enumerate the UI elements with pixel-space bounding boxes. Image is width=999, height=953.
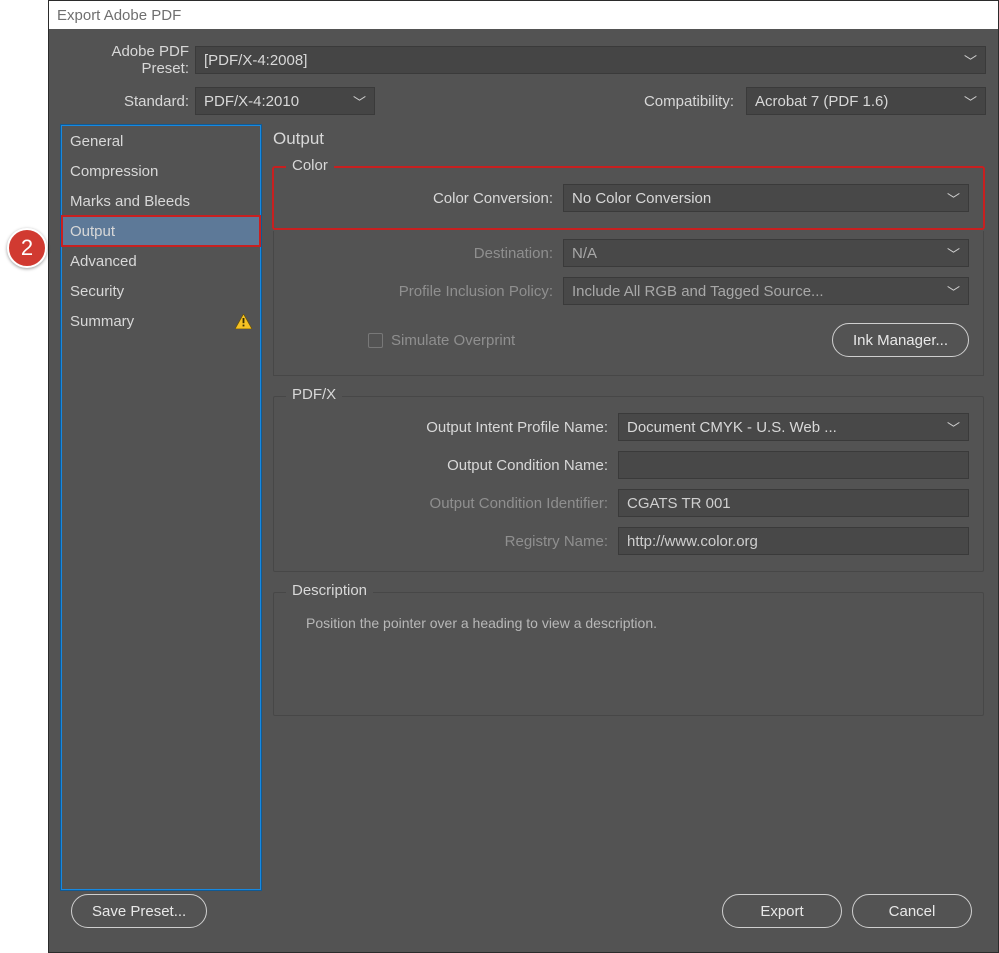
save-preset-button[interactable]: Save Preset... bbox=[71, 894, 207, 928]
category-sidebar: General Compression Marks and Bleeds Out… bbox=[61, 125, 261, 890]
simulate-overprint-checkbox: Simulate Overprint bbox=[368, 332, 515, 349]
destination-label: Destination: bbox=[288, 245, 553, 262]
checkbox-box bbox=[368, 333, 383, 348]
intent-profile-row: Output Intent Profile Name: Document CMY… bbox=[288, 413, 969, 441]
chevron-down-icon: ﹀ bbox=[947, 244, 960, 263]
standard-value: PDF/X-4:2010 bbox=[204, 93, 299, 110]
color-conversion-label: Color Conversion: bbox=[288, 190, 553, 207]
profile-policy-value: Include All RGB and Tagged Source... bbox=[572, 283, 824, 300]
export-pdf-window: Export Adobe PDF Adobe PDF Preset: [PDF/… bbox=[48, 0, 999, 953]
condition-id-value-box: CGATS TR 001 ﹀ bbox=[618, 489, 969, 517]
simulate-overprint-label: Simulate Overprint bbox=[391, 332, 515, 349]
color-group-cont: Destination: N/A ﹀ Profile Inclusion Pol… bbox=[273, 231, 984, 376]
condition-id-row: Output Condition Identifier: CGATS TR 00… bbox=[288, 489, 969, 517]
sidebar-item-marks-bleeds[interactable]: Marks and Bleeds bbox=[62, 186, 260, 216]
intent-profile-label: Output Intent Profile Name: bbox=[288, 419, 608, 436]
description-group: Description Position the pointer over a … bbox=[273, 592, 984, 716]
condition-id-value: CGATS TR 001 bbox=[627, 495, 731, 512]
panel-title: Output bbox=[273, 129, 984, 149]
registry-row: Registry Name: http://www.color.org ﹀ bbox=[288, 527, 969, 555]
sidebar-item-label: Summary bbox=[70, 313, 134, 330]
standard-compat-row: Standard: PDF/X-4:2010 ﹀ Compatibility: … bbox=[61, 87, 986, 115]
compatibility-value: Acrobat 7 (PDF 1.6) bbox=[755, 93, 888, 110]
annotation-marker-2: 2 bbox=[7, 228, 47, 268]
compatibility-dropdown[interactable]: Acrobat 7 (PDF 1.6) ﹀ bbox=[746, 87, 986, 115]
description-text: Position the pointer over a heading to v… bbox=[288, 609, 969, 635]
compatibility-label: Compatibility: bbox=[644, 93, 734, 110]
color-conversion-row: Color Conversion: No Color Conversion ﹀ bbox=[288, 184, 969, 212]
standard-dropdown[interactable]: PDF/X-4:2010 ﹀ bbox=[195, 87, 375, 115]
sidebar-item-label: Output bbox=[70, 223, 115, 240]
standard-label: Standard: bbox=[61, 93, 189, 110]
chevron-down-icon: ﹀ bbox=[947, 418, 960, 437]
chevron-down-icon: ﹀ bbox=[964, 92, 977, 111]
preset-row: Adobe PDF Preset: [PDF/X-4:2008] ﹀ bbox=[61, 43, 986, 77]
condition-name-input[interactable]: ﹀ bbox=[618, 451, 969, 479]
profile-policy-label: Profile Inclusion Policy: bbox=[288, 283, 553, 300]
simulate-ink-row: Simulate Overprint Ink Manager... bbox=[288, 323, 969, 357]
window-titlebar: Export Adobe PDF bbox=[49, 1, 998, 29]
description-group-title: Description bbox=[286, 582, 373, 599]
pdfx-group-title: PDF/X bbox=[286, 386, 342, 403]
sidebar-item-label: Compression bbox=[70, 163, 158, 180]
sidebar-item-security[interactable]: Security bbox=[62, 276, 260, 306]
window-title: Export Adobe PDF bbox=[57, 7, 181, 24]
sidebar-item-label: Marks and Bleeds bbox=[70, 193, 190, 210]
condition-id-label: Output Condition Identifier: bbox=[288, 495, 608, 512]
sidebar-item-summary[interactable]: Summary bbox=[62, 306, 260, 336]
color-group: Color Color Conversion: No Color Convers… bbox=[273, 167, 984, 229]
registry-label: Registry Name: bbox=[288, 533, 608, 550]
sidebar-item-label: General bbox=[70, 133, 123, 150]
chevron-down-icon: ﹀ bbox=[964, 51, 977, 70]
destination-dropdown: N/A ﹀ bbox=[563, 239, 969, 267]
color-conversion-value: No Color Conversion bbox=[572, 190, 711, 207]
sidebar-item-label: Advanced bbox=[70, 253, 137, 270]
sidebar-item-compression[interactable]: Compression bbox=[62, 156, 260, 186]
condition-name-row: Output Condition Name: ﹀ bbox=[288, 451, 969, 479]
color-group-title: Color bbox=[286, 157, 334, 174]
destination-row: Destination: N/A ﹀ bbox=[288, 239, 969, 267]
sidebar-item-advanced[interactable]: Advanced bbox=[62, 246, 260, 276]
chevron-down-icon: ﹀ bbox=[947, 282, 960, 301]
cancel-button[interactable]: Cancel bbox=[852, 894, 972, 928]
mid-content: General Compression Marks and Bleeds Out… bbox=[61, 125, 986, 890]
dialog-footer: Save Preset... Export Cancel bbox=[61, 890, 986, 940]
window-body: Adobe PDF Preset: [PDF/X-4:2008] ﹀ Stand… bbox=[49, 29, 998, 952]
top-options: Adobe PDF Preset: [PDF/X-4:2008] ﹀ Stand… bbox=[61, 43, 986, 115]
chevron-down-icon: ﹀ bbox=[353, 92, 366, 111]
warning-icon bbox=[235, 314, 252, 329]
chevron-down-icon: ﹀ bbox=[947, 189, 960, 208]
profile-policy-row: Profile Inclusion Policy: Include All RG… bbox=[288, 277, 969, 305]
sidebar-item-label: Security bbox=[70, 283, 124, 300]
condition-name-label: Output Condition Name: bbox=[288, 457, 608, 474]
preset-dropdown[interactable]: [PDF/X-4:2008] ﹀ bbox=[195, 46, 986, 74]
sidebar-item-output[interactable]: Output bbox=[62, 216, 260, 246]
intent-profile-value: Document CMYK - U.S. Web ... bbox=[627, 419, 837, 436]
registry-value: http://www.color.org bbox=[627, 533, 758, 550]
color-conversion-dropdown[interactable]: No Color Conversion ﹀ bbox=[563, 184, 969, 212]
pdfx-group: PDF/X Output Intent Profile Name: Docume… bbox=[273, 396, 984, 572]
registry-value-box: http://www.color.org ﹀ bbox=[618, 527, 969, 555]
ink-manager-button[interactable]: Ink Manager... bbox=[832, 323, 969, 357]
profile-policy-dropdown: Include All RGB and Tagged Source... ﹀ bbox=[563, 277, 969, 305]
preset-value: [PDF/X-4:2008] bbox=[204, 52, 307, 69]
preset-label: Adobe PDF Preset: bbox=[61, 43, 189, 77]
export-button[interactable]: Export bbox=[722, 894, 842, 928]
sidebar-item-general[interactable]: General bbox=[62, 126, 260, 156]
destination-value: N/A bbox=[572, 245, 597, 262]
intent-profile-dropdown[interactable]: Document CMYK - U.S. Web ... ﹀ bbox=[618, 413, 969, 441]
main-panel: Output Color Color Conversion: No Color … bbox=[271, 125, 986, 890]
